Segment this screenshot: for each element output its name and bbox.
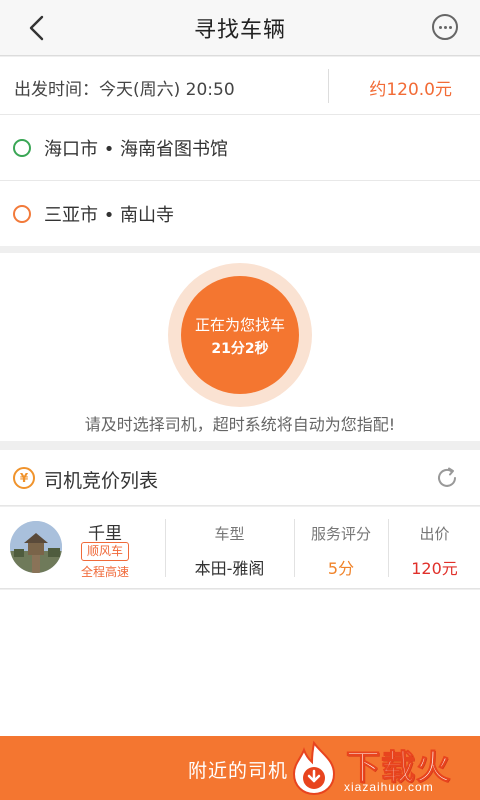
refresh-icon[interactable] bbox=[434, 465, 460, 491]
page-title: 寻找车辆 bbox=[193, 18, 286, 43]
rating-header: 服务评分 bbox=[310, 525, 371, 543]
destination-dot-icon bbox=[13, 205, 31, 223]
departure-time-row[interactable]: 出发时间：今天(周六) 20:50 约120.0元 bbox=[0, 57, 480, 115]
selection-notice: 请及时选择司机，超时系统将自动为您指配! bbox=[84, 415, 396, 434]
origin-text: 海口市 • 海南省图书馆 bbox=[44, 139, 229, 160]
origin-dot-icon bbox=[13, 139, 31, 157]
bid-price: 120元 bbox=[411, 559, 458, 578]
search-panel: 正在为您找车 21分2秒 请及时选择司机，超时系统将自动为您指配! bbox=[0, 253, 480, 441]
bid-list-header: ¥ 司机竞价列表 bbox=[0, 450, 480, 506]
dot bbox=[439, 26, 442, 29]
more-dots-icon[interactable] bbox=[432, 14, 458, 40]
route-type: 全程高速 bbox=[80, 565, 129, 579]
search-status-circle: 正在为您找车 21分2秒 bbox=[181, 276, 299, 394]
origin-row[interactable]: 海口市 • 海南省图书馆 bbox=[0, 115, 480, 181]
bid-list-title: 司机竞价列表 bbox=[44, 470, 159, 492]
destination-row[interactable]: 三亚市 • 南山寺 bbox=[0, 181, 480, 247]
price-header: 出价 bbox=[419, 525, 450, 543]
dot bbox=[449, 26, 452, 29]
dot bbox=[444, 26, 447, 29]
top-bar: 寻找车辆 bbox=[0, 0, 480, 56]
destination-text: 三亚市 • 南山寺 bbox=[44, 205, 175, 226]
flame-logo-icon bbox=[292, 740, 336, 796]
divider bbox=[328, 69, 329, 103]
nearby-drivers-label: 附近的司机 bbox=[188, 760, 289, 782]
driver-avatar bbox=[10, 521, 62, 573]
yen-icon: ¥ bbox=[13, 467, 35, 489]
watermark: 下载火 xiazaihuo.com bbox=[284, 736, 480, 800]
search-status-text: 正在为您找车 bbox=[194, 316, 285, 334]
car-model-header: 车型 bbox=[214, 525, 245, 543]
watermark-url: xiazaihuo.com bbox=[344, 780, 434, 794]
trip-card: 出发时间：今天(周六) 20:50 约120.0元 海口市 • 海南省图书馆 三… bbox=[0, 57, 480, 246]
departure-time: 出发时间：今天(周六) 20:50 bbox=[14, 80, 235, 100]
ride-type-badge: 顺风车 bbox=[81, 542, 129, 561]
driver-bid-row[interactable]: 千里 顺风车 全程高速 车型 本田-雅阁 服务评分 5分 出价 120元 bbox=[0, 507, 480, 589]
driver-name: 千里 bbox=[88, 524, 122, 544]
search-progress-ring: 正在为您找车 21分2秒 bbox=[168, 263, 312, 407]
service-rating: 5分 bbox=[327, 559, 355, 578]
price-estimate: 约120.0元 bbox=[369, 80, 452, 100]
list-empty-area bbox=[0, 590, 480, 736]
car-model: 本田-雅阁 bbox=[194, 559, 265, 578]
search-elapsed-time: 21分2秒 bbox=[211, 341, 269, 357]
